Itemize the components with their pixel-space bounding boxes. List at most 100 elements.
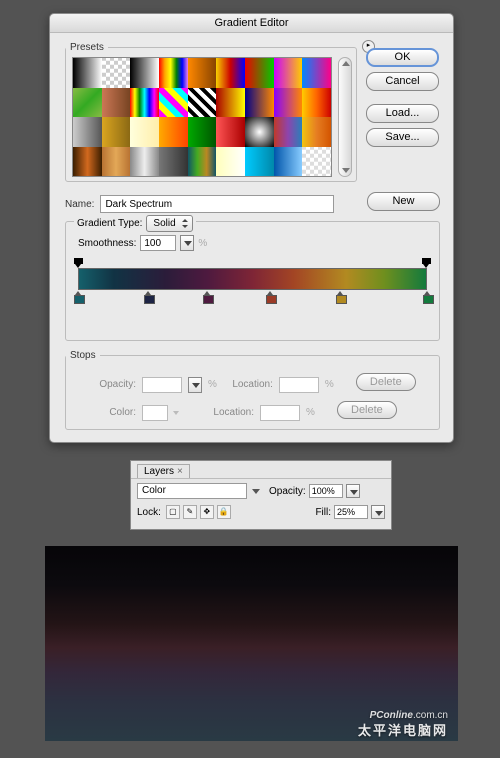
opacity-location-input[interactable] [279, 377, 319, 393]
preset-swatch[interactable] [102, 58, 131, 88]
preset-swatch[interactable] [302, 147, 331, 177]
blend-mode-select[interactable]: Color [137, 483, 247, 499]
gradient-preview: PConline.com.cn 太平洋电脑网 [45, 546, 458, 741]
color-stop[interactable] [144, 291, 153, 302]
name-label: Name: [65, 199, 94, 210]
fill-dropdown[interactable] [371, 505, 385, 519]
type-select[interactable]: Solid [146, 215, 192, 232]
presets-group: Presets [65, 42, 357, 182]
preset-swatch[interactable] [130, 58, 159, 88]
color-stop[interactable] [203, 291, 212, 302]
preset-swatch[interactable] [73, 88, 102, 118]
preset-swatch[interactable] [130, 147, 159, 177]
opacity-dropdown[interactable] [346, 484, 360, 498]
color-delete-button[interactable]: Delete [337, 401, 397, 419]
type-label: Gradient Type: [77, 218, 142, 229]
preset-swatch[interactable] [73, 147, 102, 177]
layer-opacity-input[interactable]: 100% [309, 484, 343, 498]
smoothness-input[interactable] [140, 235, 176, 251]
lock-icon[interactable]: ▢ [166, 505, 180, 519]
fill-label: Fill: [315, 507, 331, 518]
preset-swatch[interactable] [159, 88, 188, 118]
color-stop[interactable] [74, 291, 83, 302]
location-label: Location: [204, 407, 254, 418]
location-label: Location: [223, 379, 273, 390]
preset-swatch[interactable] [188, 88, 217, 118]
lock-icons: ▢✎✥🔒 [166, 505, 231, 519]
preset-swatch[interactable] [159, 147, 188, 177]
layers-panel: Layers× Color Opacity: 100% Lock: ▢✎✥🔒 F… [130, 460, 392, 530]
preset-swatch[interactable] [274, 147, 303, 177]
gradient-type-group: Gradient Type: Solid Smoothness: % [65, 221, 440, 341]
preset-swatch[interactable] [302, 88, 331, 118]
preset-swatch[interactable] [102, 147, 131, 177]
name-input[interactable] [100, 195, 334, 213]
preset-scrollbar[interactable] [338, 57, 352, 177]
gradient-bar[interactable] [78, 268, 427, 290]
opacity-stop-dropdown[interactable] [188, 377, 202, 393]
percent-sign: % [198, 238, 207, 249]
preset-swatch[interactable] [188, 117, 217, 147]
opacity-stop-right[interactable] [422, 258, 431, 267]
preset-swatch[interactable] [188, 58, 217, 88]
smoothness-label: Smoothness: [78, 238, 136, 249]
layer-fill-input[interactable]: 25% [334, 505, 368, 519]
preset-swatch[interactable] [245, 88, 274, 118]
preset-swatch[interactable] [216, 147, 245, 177]
preset-swatch[interactable] [216, 58, 245, 88]
smoothness-dropdown[interactable] [180, 235, 194, 251]
lock-label: Lock: [137, 507, 161, 518]
close-icon[interactable]: × [177, 466, 183, 477]
preset-swatch[interactable] [159, 58, 188, 88]
preset-swatch[interactable] [245, 58, 274, 88]
color-stop[interactable] [336, 291, 345, 302]
preset-swatch[interactable] [274, 88, 303, 118]
preset-swatch[interactable] [130, 117, 159, 147]
lock-icon[interactable]: ✥ [200, 505, 214, 519]
preset-swatch[interactable] [216, 88, 245, 118]
color-location-input[interactable] [260, 405, 300, 421]
percent-sign: % [208, 379, 217, 390]
ok-button[interactable]: OK [366, 48, 439, 67]
layers-tab[interactable]: Layers× [137, 464, 190, 478]
percent-sign: % [306, 407, 315, 418]
preset-swatch[interactable] [73, 117, 102, 147]
preset-swatch[interactable] [302, 58, 331, 88]
preset-swatch[interactable] [302, 117, 331, 147]
lock-icon[interactable]: 🔒 [217, 505, 231, 519]
gradient-bar-wrap [78, 268, 427, 290]
preset-swatch[interactable] [130, 88, 159, 118]
stops-legend: Stops [66, 350, 100, 361]
color-stop-label: Color: [86, 407, 136, 418]
new-button[interactable]: New [367, 192, 440, 211]
cancel-button[interactable]: Cancel [366, 72, 439, 91]
presets-legend: Presets [66, 42, 108, 53]
watermark-cn: 太平洋电脑网 [358, 720, 448, 739]
opacity-stop-left[interactable] [74, 258, 83, 267]
preset-swatch[interactable] [102, 88, 131, 118]
button-column: OK Cancel Load... Save... [366, 48, 439, 152]
preset-swatch[interactable] [245, 147, 274, 177]
preset-swatch[interactable] [245, 117, 274, 147]
lock-icon[interactable]: ✎ [183, 505, 197, 519]
preset-swatch[interactable] [159, 117, 188, 147]
color-stop[interactable] [423, 291, 432, 302]
preset-swatch[interactable] [73, 58, 102, 88]
gradient-editor-dialog: Gradient Editor ▸ Presets OK Cancel Load… [49, 13, 454, 443]
preset-swatch[interactable] [274, 58, 303, 88]
color-swatch[interactable] [142, 405, 168, 421]
preset-swatch[interactable] [216, 117, 245, 147]
opacity-stop-label: Opacity: [86, 379, 136, 390]
opacity-label: Opacity: [269, 486, 306, 497]
percent-sign: % [325, 379, 334, 390]
preset-swatch[interactable] [102, 117, 131, 147]
load-button[interactable]: Load... [366, 104, 439, 123]
preset-swatch[interactable] [274, 117, 303, 147]
opacity-delete-button[interactable]: Delete [356, 373, 416, 391]
stops-group: Stops Opacity: % Location: % Delete Colo… [65, 350, 440, 430]
save-button[interactable]: Save... [366, 128, 439, 147]
opacity-stop-input[interactable] [142, 377, 182, 393]
color-stop[interactable] [266, 291, 275, 302]
preset-swatch[interactable] [188, 147, 217, 177]
preset-swatch-grid [72, 57, 332, 177]
